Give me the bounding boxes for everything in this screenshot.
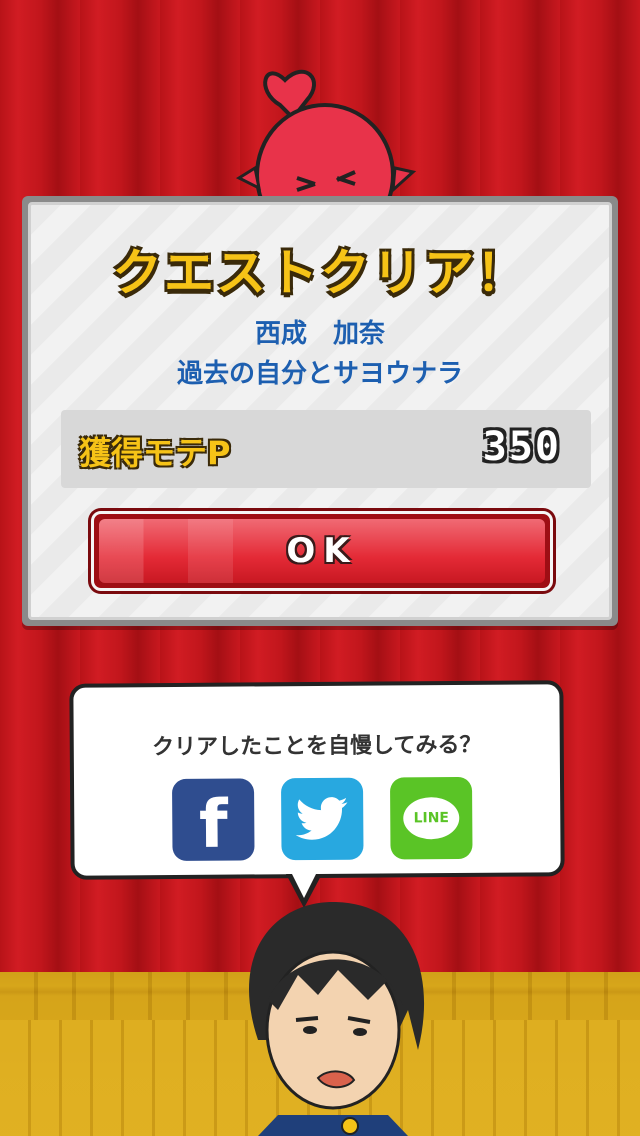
reward-points-label: 獲得モテP [79, 434, 231, 472]
devil-character [235, 69, 417, 220]
boy-character [249, 901, 425, 1136]
ok-button-face: OK [99, 519, 545, 583]
character-name: 西成 加奈 [254, 319, 385, 349]
quest-clear-panel: クエストクリア！ 西成 加奈 過去の自分とサヨウナラ 獲得モテP 350 OK [22, 196, 618, 626]
facebook-share-button[interactable]: f [171, 778, 255, 863]
quest-name: 過去の自分とサヨウナラ [176, 359, 463, 389]
panel-content: クエストクリア！ 西成 加奈 過去の自分とサヨウナラ 獲得モテP 350 OK [28, 202, 612, 620]
share-prompt: クリアしたことを自慢してみる？ [152, 732, 482, 761]
reward-points-value: 350 [482, 424, 561, 470]
line-share-button[interactable]: LINE [389, 776, 473, 860]
line-icon: LINE [403, 797, 460, 840]
line-icon-text: LINE [413, 810, 450, 827]
ok-button-label: OK [286, 531, 358, 571]
quest-clear-title: クエストクリア！ [112, 244, 528, 302]
share-speech-bubble: クリアしたことを自慢してみる？ f LINE [69, 680, 565, 880]
facebook-icon: f [198, 785, 228, 863]
twitter-share-button[interactable] [280, 777, 364, 861]
twitter-icon [295, 797, 348, 840]
reward-points-bar: 獲得モテP 350 [61, 410, 591, 488]
ok-button[interactable]: OK [91, 511, 553, 591]
